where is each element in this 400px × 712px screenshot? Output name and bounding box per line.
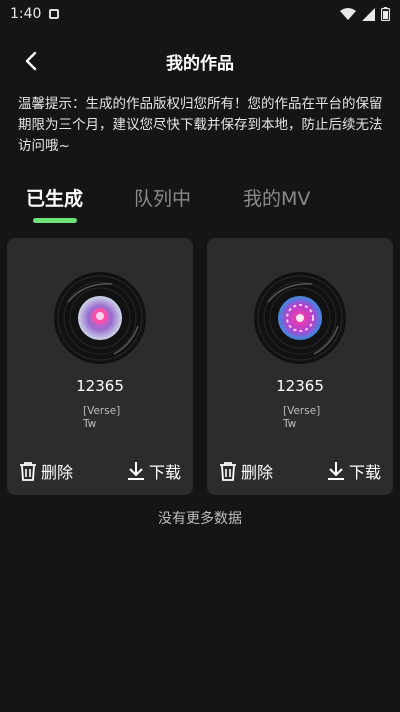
delete-button[interactable]: 删除 [219,459,273,483]
delete-button[interactable]: 删除 [19,459,73,483]
card-actions: 删除 下载 [207,458,393,484]
vinyl-record-icon [54,272,146,364]
status-right [340,7,390,21]
status-bar: 1:40 [0,0,400,28]
download-label: 下载 [348,463,381,482]
download-icon [127,462,144,480]
signal-icon [362,7,375,21]
no-more-data-text: 没有更多数据 [158,511,242,527]
song-lyric-preview: [Verse] Tw [283,405,320,431]
card-actions: 删除 下载 [7,458,193,484]
status-left: 1:40 [10,6,60,22]
back-button[interactable] [20,50,42,72]
trash-icon [20,462,36,481]
notice-text: 温馨提示：生成的作品版权归您所有！您的作品在平台的保留期限为三个月，建议您尽快下… [18,96,383,154]
trash-icon [220,462,236,481]
download-icon [327,462,344,480]
download-button[interactable]: 下载 [127,459,181,483]
header: 我的作品 [0,36,400,86]
vinyl-record-icon [254,272,346,364]
song-title: 12365 [76,377,124,395]
status-time: 1:40 [10,6,42,22]
download-label: 下载 [148,463,181,482]
tab-indicator [33,218,77,223]
lyric-line: [Verse] [283,405,321,417]
tab-bar: 已生成 队列中 我的MV [0,180,400,230]
delete-label: 删除 [241,463,274,482]
tab-queue[interactable]: 队列中 [134,184,191,211]
chevron-left-icon [25,51,37,71]
song-title: 12365 [276,377,324,395]
wifi-icon [340,8,356,20]
song-card[interactable]: 12365 [Verse] Tw 删除 下载 [7,238,193,495]
lyric-line: Tw [283,418,297,430]
song-card[interactable]: 12365 [Verse] Tw 删除 下载 [207,238,393,495]
lyric-line: Tw [83,418,97,430]
battery-icon [381,7,390,21]
tab-my-mv[interactable]: 我的MV [243,184,310,211]
tab-generated[interactable]: 已生成 [26,184,83,211]
delete-label: 删除 [41,463,74,482]
lyric-line: [Verse] [83,405,121,417]
page-title: 我的作品 [166,53,234,74]
song-lyric-preview: [Verse] Tw [83,405,120,431]
notification-icon [49,9,60,19]
download-button[interactable]: 下载 [327,459,381,483]
